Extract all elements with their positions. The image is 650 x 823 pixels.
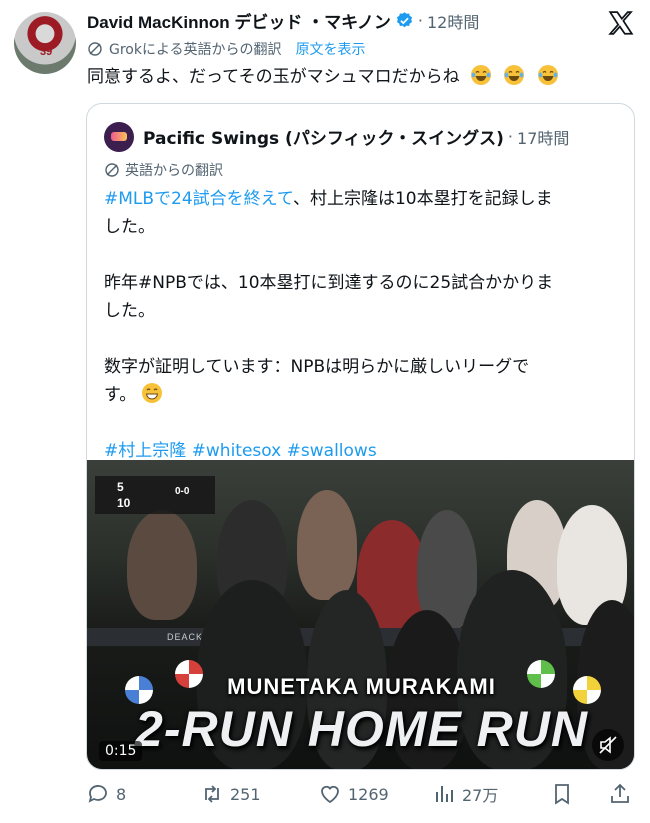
quoted-author-avatar[interactable] (104, 122, 134, 152)
translate-icon (88, 42, 102, 56)
post-time[interactable]: 12時間 (427, 9, 479, 33)
quoted-translation-row: 英語からの翻訳 (104, 160, 223, 180)
quoted-text-line: す。 (104, 385, 137, 405)
reply-icon (88, 785, 107, 803)
verified-badge-icon (396, 12, 412, 28)
views-chart-icon (436, 786, 453, 802)
show-original-link[interactable]: 原文を表示 (296, 39, 366, 59)
player-name-banner: MUNETAKA MURAKAMI (227, 674, 496, 699)
post-separator: · (417, 11, 423, 30)
quoted-post-header: Pacific Swings (パシフィック・スイングス) · 17時間 (143, 124, 569, 149)
heart-icon (321, 785, 339, 804)
translation-note: Grokによる英語からの翻訳 (109, 42, 282, 58)
views-button[interactable]: 27万 (432, 778, 498, 810)
post-text: 同意するよ、だってその玉がマシュマロだからね (87, 63, 560, 90)
repost-button[interactable]: 251 (200, 778, 261, 810)
quoted-text-line: 、村上宗隆は10本塁打を記録しま (292, 189, 553, 209)
like-count: 1269 (348, 784, 389, 804)
tears-of-joy-emoji-icon (504, 65, 525, 85)
quoted-post-time[interactable]: 17時間 (517, 125, 569, 149)
home-run-banner: 2-RUN HOME RUN (135, 701, 588, 757)
x-logo-icon[interactable] (608, 10, 634, 36)
scoreboard-overlay: 5 10 0-0 (95, 476, 215, 514)
quoted-post-separator: · (507, 127, 514, 146)
score-home: 10 (117, 496, 131, 510)
repost-count: 251 (230, 784, 261, 804)
post-text-body: 同意するよ、だってその玉がマシュマロだからね (87, 67, 460, 87)
quoted-text-line: した。 (104, 301, 155, 321)
hashtag-link[interactable]: #whitesox (192, 441, 282, 461)
muted-speaker-icon (599, 736, 617, 754)
hashtag-link[interactable]: #村上宗隆 (104, 441, 186, 461)
author-avatar[interactable]: 39 (14, 12, 76, 74)
mute-button[interactable] (592, 729, 624, 761)
reply-count: 8 (116, 784, 127, 804)
repost-icon (205, 785, 219, 803)
video-player[interactable]: DEACKS.COM SEATGEEK 5 10 0-0 MUNETAKA MU… (87, 460, 634, 769)
translation-note-row: Grokによる英語からの翻訳 原文を表示 (87, 39, 366, 59)
quoted-author-name[interactable]: Pacific Swings (パシフィック・スイングス) (143, 124, 504, 149)
video-duration: 0:15 (99, 741, 143, 761)
quoted-text-line: した。 (104, 217, 155, 237)
grinning-emoji-icon (142, 383, 163, 403)
share-icon (611, 783, 629, 803)
bookmark-icon (555, 784, 569, 805)
quoted-post-card[interactable]: Pacific Swings (パシフィック・スイングス) · 17時間 英語か… (86, 103, 635, 770)
ball-strike-count: 0-0 (175, 486, 190, 497)
hashtag-link[interactable]: #swallows (287, 441, 377, 461)
author-name[interactable]: David MacKinnon デビッド ・マキノン (87, 8, 391, 33)
translate-icon (105, 163, 119, 177)
tears-of-joy-emoji-icon (537, 65, 558, 85)
like-button[interactable]: 1269 (318, 778, 389, 810)
avatar-jersey-number: 39 (40, 46, 53, 58)
quoted-text-line: 数字が証明しています：NPBは明らかに厳しいリーグで (104, 357, 530, 377)
tears-of-joy-emoji-icon (471, 65, 492, 85)
quoted-post-text: #MLBで24試合を終えて、村上宗隆は10本塁打を記録しま した。 昨年#NPB… (104, 185, 624, 465)
score-away: 5 (117, 480, 124, 494)
share-button[interactable] (608, 778, 632, 810)
post-action-bar: 8 251 1269 27万 (86, 778, 636, 810)
quoted-text-line: 昨年#NPBでは、10本塁打に到達するのに25試合かかりま (104, 273, 554, 293)
bookmark-button[interactable] (550, 778, 574, 810)
post-header: David MacKinnon デビッド ・マキノン · 12時間 (87, 8, 479, 33)
hashtag-link[interactable]: #MLBで24試合を終えて (104, 189, 293, 209)
reply-button[interactable]: 8 (86, 778, 126, 810)
quoted-translation-note: 英語からの翻訳 (125, 163, 223, 179)
view-count: 27万 (462, 786, 499, 805)
